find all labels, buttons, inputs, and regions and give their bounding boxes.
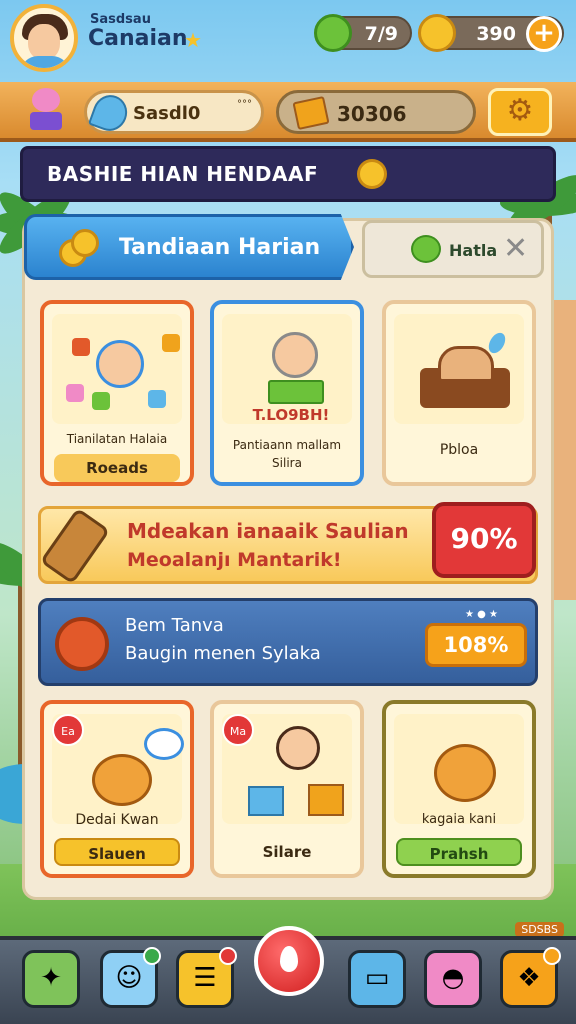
nav-food-button[interactable]: ◓ <box>424 950 482 1008</box>
claim-button[interactable]: Slauen <box>54 838 180 866</box>
notification-dot <box>143 947 161 965</box>
quest-banner: Bem Tanva Baugin menen Sylaka ★ ● ★ 108% <box>38 598 538 686</box>
quest-line-1: Bem Tanva <box>125 615 224 636</box>
coins-icon <box>59 229 99 267</box>
tab-daily[interactable]: Tandiaan Harian <box>24 214 354 280</box>
card-label: Pantiaann mallam <box>232 438 342 452</box>
chest-icon <box>438 346 494 382</box>
add-gold-button[interactable]: + <box>526 16 562 52</box>
ticket-icon <box>292 95 330 131</box>
ticket-counter[interactable]: 30306 <box>276 90 476 134</box>
card-label: Tianilatan Halaia <box>66 432 168 446</box>
reward-card[interactable]: kagaia kani Prahsh <box>382 700 536 878</box>
gold-resource-counter[interactable]: 390 + <box>418 14 564 52</box>
card-tag: Ma <box>222 714 254 746</box>
shopkeeper-art: T.LO9BH! <box>222 314 352 424</box>
quest-card[interactable]: T.LO9BH! Pantiaann mallam Silira <box>210 300 364 486</box>
card-tag: Ea <box>52 714 84 746</box>
card-label: kagaia kani <box>421 812 497 827</box>
card-label: Pbloa <box>439 442 479 458</box>
crystal-counter[interactable]: Sasdl0 °°° <box>84 90 264 136</box>
gear-icon: ⚙ <box>506 93 534 128</box>
promo-line-2: Meoalanjı Mantarik! <box>127 549 342 571</box>
scroll-icon <box>39 507 111 585</box>
nav-phone-button[interactable]: ▭ <box>348 950 406 1008</box>
card-label: Dedai Kwan <box>75 812 159 828</box>
avatar-icon: ☺ <box>115 963 143 993</box>
scarecrow-icon: ✦ <box>40 963 62 993</box>
quest-line-2: Baugin menen Sylaka <box>125 643 321 664</box>
card-sublabel: Silira <box>272 456 302 470</box>
crystal-value: Sasdl0 <box>133 103 201 124</box>
card-pill: Roeads <box>54 454 180 482</box>
character-icon <box>276 726 320 770</box>
nav-quests-button[interactable]: ☰ <box>176 947 237 1008</box>
coin-icon <box>357 159 387 189</box>
treasure-art <box>394 314 524 424</box>
quest-card[interactable]: Pbloa <box>382 300 536 486</box>
green-resource-value: 7/9 <box>364 23 398 45</box>
tab-other[interactable]: Hatla ✕ <box>362 220 544 278</box>
ticket-value: 30306 <box>337 102 407 126</box>
gift-box-icon <box>248 786 284 816</box>
crystal-sup: °°° <box>237 99 252 110</box>
banner-title: BASHIE HIAN HENDAAF <box>47 162 319 186</box>
settings-button[interactable]: ⚙ <box>488 88 552 136</box>
sign-board <box>268 380 324 404</box>
card-pill: Silare <box>262 843 312 861</box>
gift-box-icon <box>308 784 344 816</box>
clover-icon <box>314 14 352 52</box>
green-resource-counter[interactable]: 7/9 <box>314 14 412 52</box>
player-name: Canaian <box>88 26 188 51</box>
seal-icon <box>55 617 109 671</box>
puzzle-art <box>52 314 182 424</box>
phone-icon: ▭ <box>364 963 390 993</box>
notification-dot <box>543 947 561 965</box>
gold-resource-value: 390 <box>476 23 516 45</box>
slime-icon <box>411 235 441 263</box>
quest-card[interactable]: Tianilatan Halaia Roeads <box>40 300 194 486</box>
speech-bubble-icon <box>144 728 184 760</box>
star-icon: ★ <box>184 28 202 52</box>
version-label: SDSBS <box>515 922 564 937</box>
nav-shop-button[interactable]: ❖ <box>500 947 561 1008</box>
sign-text: T.LO9BH! <box>252 406 330 424</box>
nav-map-button[interactable]: ✦ <box>22 950 80 1008</box>
gem-shop-icon[interactable] <box>26 86 66 134</box>
quest-progress-button[interactable]: 108% <box>425 623 527 667</box>
gift-icon: ❖ <box>517 963 541 993</box>
creature-icon <box>92 754 152 806</box>
notification-dot <box>219 947 237 965</box>
bowl-icon: ◓ <box>441 963 465 993</box>
discount-badge[interactable]: 90% <box>432 502 536 578</box>
crystal-icon <box>87 90 133 136</box>
scroll-icon: ☰ <box>193 963 217 993</box>
claim-button[interactable]: Prahsh <box>396 838 522 866</box>
character-icon <box>96 340 144 388</box>
creature-art <box>394 714 524 824</box>
stars-icon: ★ ● ★ <box>465 609 499 620</box>
nav-profile-button[interactable]: ☺ <box>100 947 161 1008</box>
reward-card[interactable]: Ma Silare <box>210 700 364 878</box>
character-icon <box>272 332 318 378</box>
center-action-button[interactable] <box>254 926 324 996</box>
cross-icon: ✕ <box>503 231 529 266</box>
reward-card[interactable]: Ea Dedai Kwan Slauen <box>40 700 194 878</box>
toolbar: Sasdl0 °°° 30306 ⚙ <box>0 82 576 142</box>
coin-icon <box>418 14 456 52</box>
tab-label: Tandiaan Harian <box>119 235 321 260</box>
promo-line-1: Mdeakan ianaaik Saulian <box>127 519 409 543</box>
tab-label: Hatla <box>449 241 498 260</box>
location-pin-icon <box>280 946 298 972</box>
player-avatar[interactable] <box>10 4 78 72</box>
title-banner: BASHIE HIAN HENDAAF <box>20 146 556 202</box>
top-bar: Sasdsau Canaian ★ 7/9 390 + <box>0 0 576 80</box>
player-subtitle: Sasdsau <box>90 12 151 27</box>
creature-icon <box>434 744 496 802</box>
